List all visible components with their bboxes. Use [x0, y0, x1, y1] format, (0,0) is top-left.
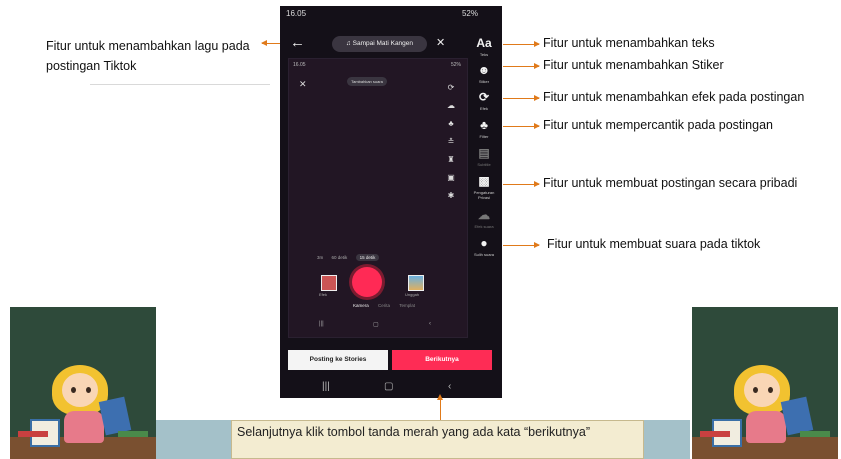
- tab-story: Cerita: [378, 303, 391, 308]
- girl-reading-illustration-left: [10, 307, 156, 459]
- lock-icon[interactable]: ▩: [472, 174, 496, 188]
- filters-tool-label: Filter: [479, 134, 489, 139]
- inner-sound-pill: Tambahkan suara: [347, 77, 387, 86]
- tab-camera: Kamera: [353, 303, 369, 308]
- upload-thumbnail: [408, 275, 424, 291]
- sound-selector[interactable]: ♫ Sampai Mati Kangen: [332, 36, 427, 52]
- subtitle-icon[interactable]: ▤: [472, 146, 496, 160]
- upload-label: Unggah: [405, 292, 420, 297]
- flash-icon: ▣: [447, 173, 455, 182]
- next-button[interactable]: Berikutnya: [392, 350, 492, 370]
- arrow-filters: [503, 123, 540, 129]
- microphone-icon[interactable]: ●: [472, 236, 496, 250]
- effects-icon[interactable]: ⟳: [472, 90, 496, 104]
- voiceover-tool-label: Sulih suara: [473, 252, 494, 257]
- speed-icon: ☁: [447, 101, 455, 110]
- effects-tool-label: Efek: [479, 106, 488, 111]
- effects-thumbnail: [321, 275, 337, 291]
- annotation-filters: Fitur untuk mempercantik pada postingan: [543, 118, 773, 132]
- annotation-voice: Fitur untuk membuat suara pada tiktok: [547, 237, 761, 251]
- inner-back-icon: ‹: [429, 321, 431, 327]
- arrow-voice: [503, 242, 540, 248]
- post-to-stories-button[interactable]: Posting ke Stories: [288, 350, 388, 370]
- text-icon[interactable]: Aa: [472, 36, 496, 50]
- effects-label: Efek: [319, 292, 328, 297]
- arrow-sticker: [503, 63, 540, 69]
- preview-screen: 16.05 52% ✕ Tambahkan suara ⟳ ☁ ♣ ≛ ♜ ▣ …: [288, 58, 468, 338]
- recents-icon[interactable]: |||: [322, 381, 330, 392]
- sticker-icon[interactable]: ☻: [472, 63, 496, 77]
- camera-tabs: Kamera Cerita Templat: [353, 303, 423, 308]
- filter-icon: ♣: [448, 119, 454, 128]
- annotation-privacy: Fitur untuk membuat postingan secara pri…: [543, 176, 798, 190]
- annotation-text: Fitur untuk menambahkan teks: [543, 36, 715, 50]
- mode-option: 60 detik: [331, 255, 348, 260]
- status-battery: 52%: [461, 9, 478, 18]
- back-icon[interactable]: ‹: [448, 381, 451, 392]
- inner-status-battery: 52%: [450, 62, 461, 68]
- more-icon: ✱: [447, 191, 455, 200]
- back-arrow-icon[interactable]: ←: [290, 34, 305, 51]
- mode-option: 3m: [317, 255, 324, 260]
- status-bar: 16.05 52%: [280, 6, 502, 22]
- annotation-sticker: Fitur untuk menambahkan Stiker: [543, 58, 724, 72]
- bottom-band-left: [156, 420, 231, 459]
- duration-modes: 3m 60 detik 15 detik: [317, 254, 386, 261]
- phone-screen: 16.05 52% ← ♫ Sampai Mati Kangen ✕ 16.05…: [280, 6, 502, 398]
- beauty-icon: ≛: [447, 137, 455, 146]
- subtitle-tool-label: Subtitle: [477, 162, 491, 167]
- privacy-tool-label: Pengaturan Privasi: [473, 190, 495, 200]
- instruction-callout: Selanjutnya klik tombol tanda merah yang…: [231, 420, 644, 459]
- text-tool-label: Teks: [479, 52, 489, 57]
- callout-pointer-line: [440, 398, 441, 420]
- sound-label: Sampai Mati Kangen: [352, 40, 414, 47]
- arrow-privacy: [503, 181, 540, 187]
- callout-pointer-head: [437, 394, 443, 400]
- sticker-tool-label: Stiker: [478, 79, 490, 84]
- tab-template: Templat: [399, 303, 415, 308]
- inner-recents-icon: |||: [319, 321, 324, 327]
- girl-reading-illustration-right: [692, 307, 838, 459]
- inner-close-icon: ✕: [299, 79, 307, 89]
- android-nav-bar: ||| ▢ ‹: [280, 378, 502, 398]
- inner-home-icon: ▢: [373, 322, 379, 328]
- arrow-text: [503, 41, 540, 47]
- mode-option-selected: 15 detik: [355, 254, 380, 261]
- timer-icon: ♜: [447, 155, 455, 164]
- divider: [90, 84, 270, 85]
- close-icon[interactable]: ✕: [436, 36, 445, 49]
- flip-icon: ⟳: [447, 83, 455, 92]
- annotation-effects: Fitur untuk menambahkan efek pada postin…: [543, 90, 805, 104]
- record-button: [352, 267, 382, 297]
- voice-effect-icon[interactable]: ☁: [472, 208, 496, 222]
- arrow-effects: [503, 95, 540, 101]
- voice-effect-tool-label: Efek suara: [474, 224, 494, 229]
- bottom-band-right: [644, 420, 690, 459]
- status-time: 16.05: [286, 9, 307, 18]
- filters-icon[interactable]: ♣: [472, 118, 496, 132]
- annotation-add-song: Fitur untuk menambahkan lagu pada postin…: [46, 39, 250, 73]
- home-icon[interactable]: ▢: [384, 381, 393, 392]
- inner-status-time: 16.05: [293, 62, 306, 68]
